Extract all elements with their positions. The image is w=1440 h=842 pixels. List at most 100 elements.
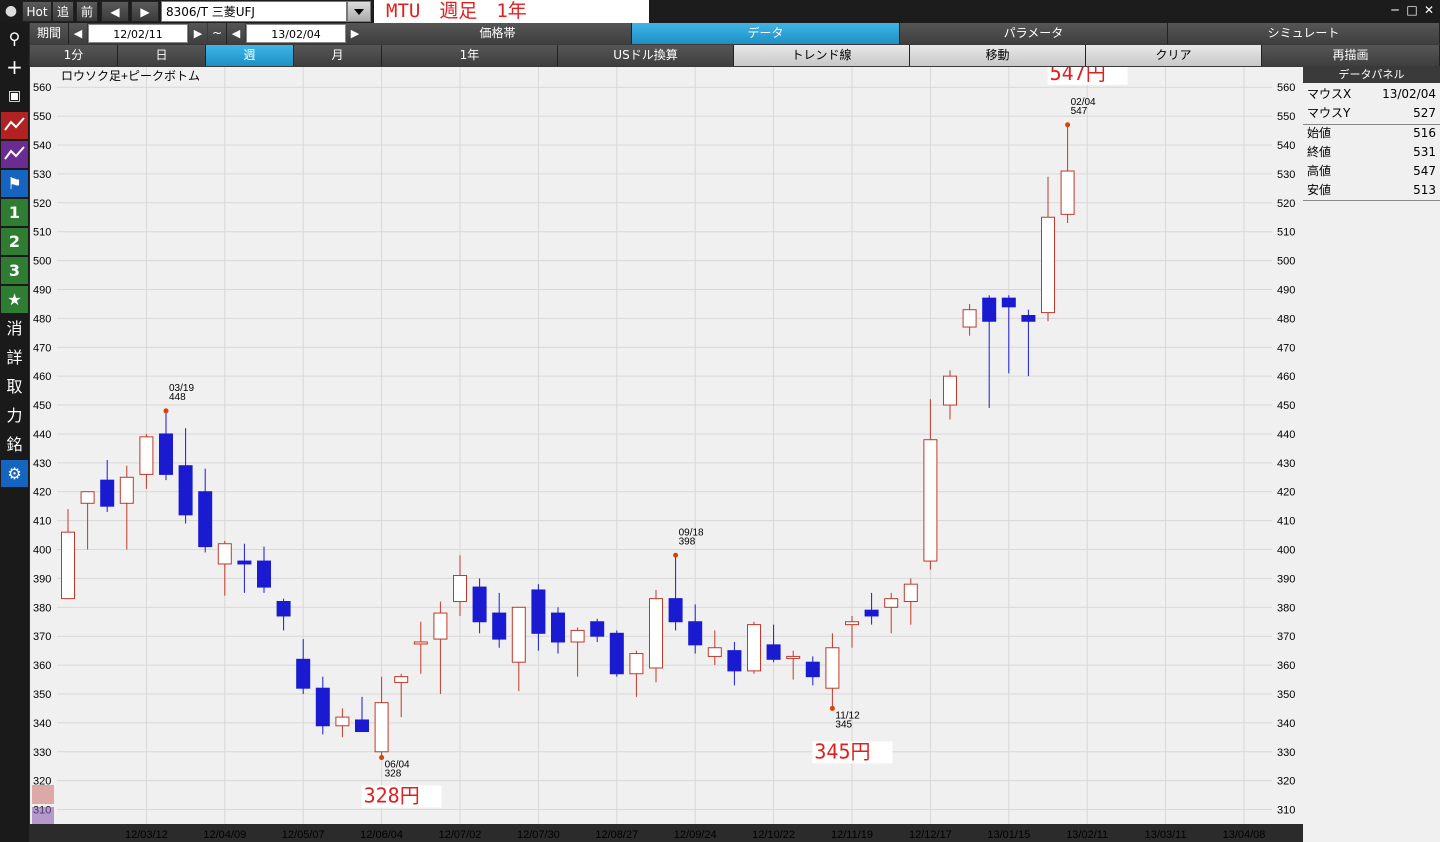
preset-2-button[interactable]: 2 bbox=[1, 228, 28, 255]
peak-dot bbox=[829, 705, 835, 711]
candle-body bbox=[707, 647, 722, 657]
y-tick-label: 440 bbox=[1277, 429, 1295, 441]
take-button[interactable]: 取 bbox=[1, 373, 28, 400]
erase-button[interactable]: 消 bbox=[1, 315, 28, 342]
symbol-input[interactable]: 8306/T 三菱UFJ bbox=[161, 1, 347, 22]
detail-button[interactable]: 詳 bbox=[1, 344, 28, 371]
candle-body bbox=[374, 702, 389, 753]
flag-icon[interactable]: ⚑ bbox=[1, 170, 28, 197]
top-bar: ● Hot 追 前 ◀ ▶ 8306/T 三菱UFJ MTU 週足 1年 ─ □… bbox=[0, 0, 1440, 23]
y-tick-label: 500 bbox=[1277, 256, 1295, 268]
candle-body bbox=[237, 560, 252, 565]
prev-button[interactable]: 前 bbox=[76, 1, 98, 22]
interval-day-tab[interactable]: 日 bbox=[118, 45, 206, 66]
parameter-button[interactable]: パラメータ bbox=[900, 23, 1168, 44]
peak-value-label: 448 bbox=[169, 392, 186, 403]
y-tick-label: 390 bbox=[33, 573, 51, 585]
open-value: 516 bbox=[1413, 126, 1436, 140]
y-tick-label: 370 bbox=[1277, 631, 1295, 643]
peak-value-label: 547 bbox=[1071, 106, 1088, 117]
redraw-button[interactable]: 再描画 bbox=[1262, 45, 1440, 66]
chart-purple-icon[interactable] bbox=[1, 141, 28, 168]
chart-area[interactable]: 3103103203203303303403403503503603603703… bbox=[30, 67, 1303, 842]
y-tick-label: 350 bbox=[1277, 689, 1295, 701]
y-tick-label: 340 bbox=[1277, 718, 1295, 730]
price-band-button[interactable]: 価格帯 bbox=[364, 23, 632, 44]
peak-dot bbox=[163, 408, 169, 414]
data-button[interactable]: データ bbox=[632, 23, 900, 44]
data-panel-title: データパネル bbox=[1303, 67, 1440, 83]
gear-icon[interactable]: ⚙ bbox=[1, 460, 28, 487]
crosshair-icon[interactable]: + bbox=[1, 54, 28, 81]
back-arrow-button[interactable]: ◀ bbox=[101, 1, 129, 22]
hot-button[interactable]: Hot bbox=[22, 1, 52, 22]
y-tick-label: 390 bbox=[1277, 573, 1295, 585]
candle-body bbox=[649, 598, 663, 669]
y-tick-label: 550 bbox=[33, 111, 51, 123]
usd-convert-button[interactable]: USドル換算 bbox=[558, 45, 734, 66]
y-tick-label: 340 bbox=[33, 718, 51, 730]
candle-body bbox=[61, 531, 75, 600]
low-value: 513 bbox=[1413, 183, 1436, 197]
date-from-next-button[interactable]: ▶ bbox=[189, 23, 207, 44]
candle-body bbox=[884, 598, 899, 608]
bulb-icon[interactable]: ● bbox=[3, 2, 19, 21]
maximize-icon[interactable]: □ bbox=[1405, 3, 1419, 17]
y-tick-label: 530 bbox=[33, 169, 51, 181]
camera-icon[interactable]: ▣ bbox=[1, 83, 28, 110]
date-from-input[interactable]: 12/02/11 bbox=[88, 24, 188, 43]
candle-body bbox=[825, 647, 840, 689]
interval-1min-tab[interactable]: 1分 bbox=[30, 45, 118, 66]
date-to-prev-button[interactable]: ◀ bbox=[227, 23, 245, 44]
candle-body bbox=[511, 606, 526, 663]
star-icon[interactable]: ★ bbox=[1, 286, 28, 313]
y-tick-label: 430 bbox=[33, 458, 51, 470]
candle-body bbox=[139, 436, 154, 475]
mouse-y-value: 527 bbox=[1413, 106, 1436, 120]
follow-button[interactable]: 追 bbox=[52, 1, 74, 22]
y-tick-label: 480 bbox=[1277, 313, 1295, 325]
memo-field[interactable]: MTU 週足 1年 bbox=[374, 0, 649, 23]
trend-line-button[interactable]: トレンド線 bbox=[734, 45, 910, 66]
y-tick-label: 520 bbox=[1277, 198, 1295, 210]
simulate-button[interactable]: シミュレート bbox=[1168, 23, 1440, 44]
minimize-icon[interactable]: ─ bbox=[1388, 3, 1402, 17]
y-tick-label: 450 bbox=[1277, 400, 1295, 412]
y-tick-label: 430 bbox=[1277, 458, 1295, 470]
tilde-label: ~ bbox=[208, 23, 227, 44]
y-tick-label: 470 bbox=[33, 342, 51, 354]
y-tick-label: 540 bbox=[1277, 140, 1295, 152]
candle-body bbox=[590, 621, 605, 637]
date-to-input[interactable]: 13/02/04 bbox=[246, 24, 346, 43]
interval-week-tab[interactable]: 週 bbox=[206, 45, 294, 66]
range-1year-button[interactable]: 1年 bbox=[382, 45, 558, 66]
candle-body bbox=[100, 479, 115, 507]
mouse-x-row: マウスX 13/02/04 bbox=[1303, 85, 1440, 104]
forward-arrow-button[interactable]: ▶ bbox=[131, 1, 159, 22]
force-button[interactable]: 力 bbox=[1, 402, 28, 429]
preset-1-button[interactable]: 1 bbox=[1, 199, 28, 226]
interval-month-tab[interactable]: 月 bbox=[294, 45, 382, 66]
toolbar-row-2: 1分 日 週 月 1年 USドル換算 トレンド線 移動 クリア 再描画 bbox=[30, 45, 1440, 67]
candle-body bbox=[198, 491, 213, 548]
symbol-dropdown-button[interactable] bbox=[347, 1, 371, 22]
candle-body bbox=[629, 653, 644, 675]
annotation-label: 328円 bbox=[364, 784, 420, 808]
date-to-next-button[interactable]: ▶ bbox=[346, 23, 364, 44]
y-tick-label: 550 bbox=[1277, 111, 1295, 123]
high-label: 高値 bbox=[1307, 164, 1332, 178]
line-chart-icon bbox=[4, 117, 25, 131]
zoom-icon[interactable]: ⚲ bbox=[1, 25, 28, 52]
y-tick-label: 420 bbox=[33, 487, 51, 499]
y-tick-label: 310 bbox=[1277, 805, 1295, 817]
date-from-prev-button[interactable]: ◀ bbox=[69, 23, 87, 44]
move-button[interactable]: 移動 bbox=[910, 45, 1086, 66]
chart-red-icon[interactable] bbox=[1, 112, 28, 139]
y-tick-label: 450 bbox=[33, 400, 51, 412]
clear-button[interactable]: クリア bbox=[1086, 45, 1262, 66]
brand-button[interactable]: 銘 bbox=[1, 431, 28, 458]
close-icon[interactable]: ✕ bbox=[1422, 3, 1436, 17]
candlestick-chart: 3103103203203303303403403503503603603703… bbox=[30, 67, 1303, 842]
preset-3-button[interactable]: 3 bbox=[1, 257, 28, 284]
y-tick-label: 500 bbox=[33, 256, 51, 268]
